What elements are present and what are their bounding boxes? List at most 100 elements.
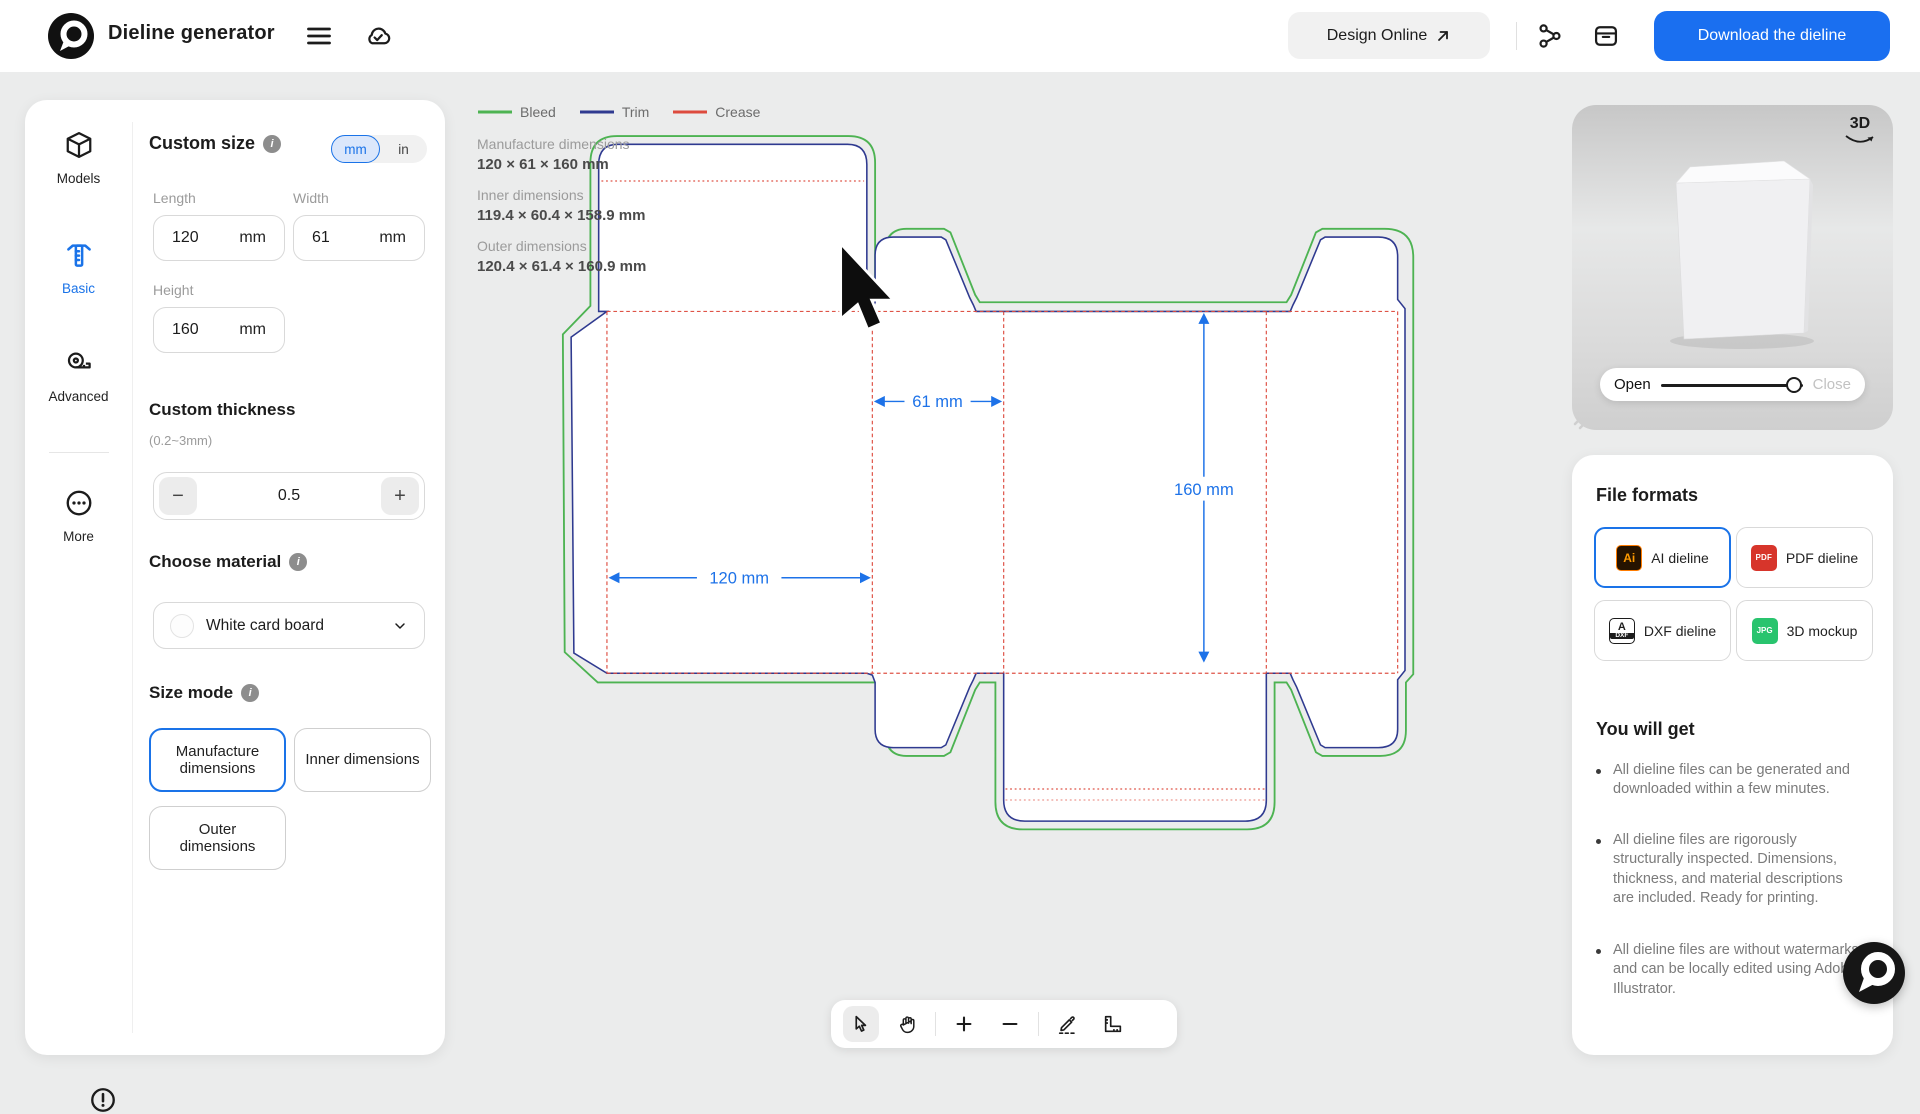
open-label: Open — [1614, 376, 1651, 393]
custom-thickness-title-text: Custom thickness — [149, 400, 295, 420]
bullet-dot — [1596, 769, 1601, 774]
height-dimension-label: 160 mm — [1174, 480, 1234, 499]
size-mode-title-text: Size mode — [149, 683, 233, 703]
slider-knob[interactable] — [1786, 377, 1802, 393]
zoom-out-button[interactable] — [992, 1006, 1028, 1042]
file-formats-title: File formats — [1596, 485, 1869, 506]
benefit-item: All dieline files are rigorously structu… — [1596, 831, 1866, 908]
dxf-file-icon: ADXF — [1609, 618, 1635, 644]
info-icon[interactable]: i — [263, 135, 281, 153]
minus-icon — [999, 1013, 1021, 1035]
info-icon[interactable]: i — [241, 684, 259, 702]
choose-material-title: Choose material i — [149, 552, 307, 572]
plus-icon — [953, 1013, 975, 1035]
benefit-item: All dieline files are without watermarks… — [1596, 941, 1866, 999]
legend-trim: Trim — [580, 104, 649, 120]
material-dropdown[interactable]: White card board — [153, 602, 425, 649]
sidebar-item-advanced[interactable]: Advanced — [25, 348, 132, 404]
sidebar-item-label: More — [25, 529, 132, 544]
length-label: Length — [153, 190, 196, 206]
size-mode-manufacture-button[interactable]: Manufacture dimensions — [149, 728, 286, 792]
canvas-toolbar — [831, 1000, 1177, 1048]
sidebar-item-basic[interactable]: Basic — [25, 240, 132, 296]
size-mode-inner-button[interactable]: Inner dimensions — [294, 728, 431, 792]
mode-3d-label: 3D — [1843, 115, 1877, 133]
thickness-value[interactable]: 0.5 — [278, 487, 300, 505]
hand-icon — [897, 1014, 918, 1035]
format-pdf-button[interactable]: PDF PDF dieline — [1736, 527, 1873, 588]
open-close-slider: Open Close — [1600, 368, 1865, 401]
slider-track[interactable] — [1661, 377, 1803, 393]
format-pdf-label: PDF dieline — [1786, 550, 1858, 566]
dimensions-summary: Manufacture dimensions 120 × 61 × 160 mm… — [477, 136, 646, 275]
height-field[interactable]: 160 mm — [153, 307, 285, 353]
chat-logo-icon — [1843, 942, 1905, 1004]
download-dieline-button[interactable]: Download the dieline — [1654, 11, 1890, 61]
size-mode-outer-button[interactable]: Outer dimensions — [149, 806, 286, 870]
benefit-text: All dieline files are rigorously structu… — [1613, 831, 1866, 908]
preview-3d-panel[interactable]: 3D Open Close — [1572, 105, 1893, 430]
benefit-item: All dieline files can be generated and d… — [1596, 761, 1866, 800]
zoom-in-button[interactable] — [946, 1006, 982, 1042]
thickness-stepper: − 0.5 + — [153, 472, 425, 520]
inner-dimensions-value: 119.4 × 60.4 × 158.9 mm — [477, 207, 646, 224]
trim-swatch — [580, 110, 614, 114]
select-tool-button[interactable] — [843, 1006, 879, 1042]
design-online-button[interactable]: Design Online — [1288, 12, 1490, 59]
format-dxf-label: DXF dieline — [1644, 623, 1716, 639]
chat-widget-button[interactable] — [1843, 942, 1905, 1004]
measure-tool-button[interactable] — [1095, 1006, 1131, 1042]
chevron-down-icon — [392, 618, 408, 634]
inner-dimensions-label: Inner dimensions — [477, 187, 646, 203]
page-title: Dieline generator — [108, 22, 275, 45]
format-3d-mockup-button[interactable]: JPG 3D mockup — [1736, 600, 1873, 661]
rail-divider — [132, 122, 133, 1033]
legend-crease: Crease — [673, 104, 760, 120]
alert-info-icon[interactable] — [89, 1086, 117, 1114]
close-label: Close — [1813, 376, 1851, 393]
manufacture-dimensions-value: 120 × 61 × 160 mm — [477, 156, 646, 173]
box-3d-render[interactable] — [1572, 135, 1893, 395]
length-value: 120 — [172, 229, 199, 247]
rail-separator — [49, 452, 109, 453]
height-value: 160 — [172, 321, 199, 339]
feedback-box-icon[interactable] — [1592, 22, 1620, 50]
cloud-saved-icon[interactable] — [364, 22, 392, 50]
width-label: Width — [293, 190, 329, 206]
header-divider — [1516, 22, 1517, 50]
width-field[interactable]: 61 mm — [293, 215, 425, 261]
material-swatch — [170, 614, 194, 638]
length-field[interactable]: 120 mm — [153, 215, 285, 261]
slider-line — [1661, 384, 1803, 387]
thickness-increase-button[interactable]: + — [381, 477, 419, 515]
format-3d-mockup-label: 3D mockup — [1787, 623, 1858, 639]
unit-mm-option[interactable]: mm — [331, 135, 380, 163]
bullet-dot — [1596, 839, 1601, 844]
box-icon — [64, 130, 94, 160]
legend-bleed: Bleed — [478, 104, 556, 120]
legend-bleed-label: Bleed — [520, 104, 556, 120]
sidebar-item-label: Models — [25, 171, 132, 186]
sidebar-item-label: Basic — [25, 281, 132, 296]
unit-toggle[interactable]: mm in — [331, 135, 427, 163]
benefit-text: All dieline files are without watermarks… — [1613, 941, 1866, 999]
format-ai-button[interactable]: Ai AI dieline — [1594, 527, 1731, 588]
pan-tool-button[interactable] — [889, 1006, 925, 1042]
thickness-decrease-button[interactable]: − — [159, 477, 197, 515]
sidebar-item-models[interactable]: Models — [25, 130, 132, 186]
pdf-file-icon: PDF — [1751, 545, 1777, 571]
legend-trim-label: Trim — [622, 104, 649, 120]
format-ai-label: AI dieline — [1651, 550, 1709, 566]
share-icon[interactable] — [1536, 22, 1564, 50]
sidebar-item-more[interactable]: More — [25, 488, 132, 544]
info-icon[interactable]: i — [289, 553, 307, 571]
benefit-text: All dieline files can be generated and d… — [1613, 761, 1866, 800]
width-value: 61 — [312, 229, 330, 247]
draw-tool-button[interactable] — [1049, 1006, 1085, 1042]
toolbar-separator — [935, 1012, 936, 1036]
app-logo-icon[interactable] — [48, 13, 94, 59]
bullet-dot — [1596, 949, 1601, 954]
unit-in-option[interactable]: in — [380, 135, 427, 163]
format-dxf-button[interactable]: ADXF DXF dieline — [1594, 600, 1731, 661]
menu-icon[interactable] — [305, 22, 333, 50]
